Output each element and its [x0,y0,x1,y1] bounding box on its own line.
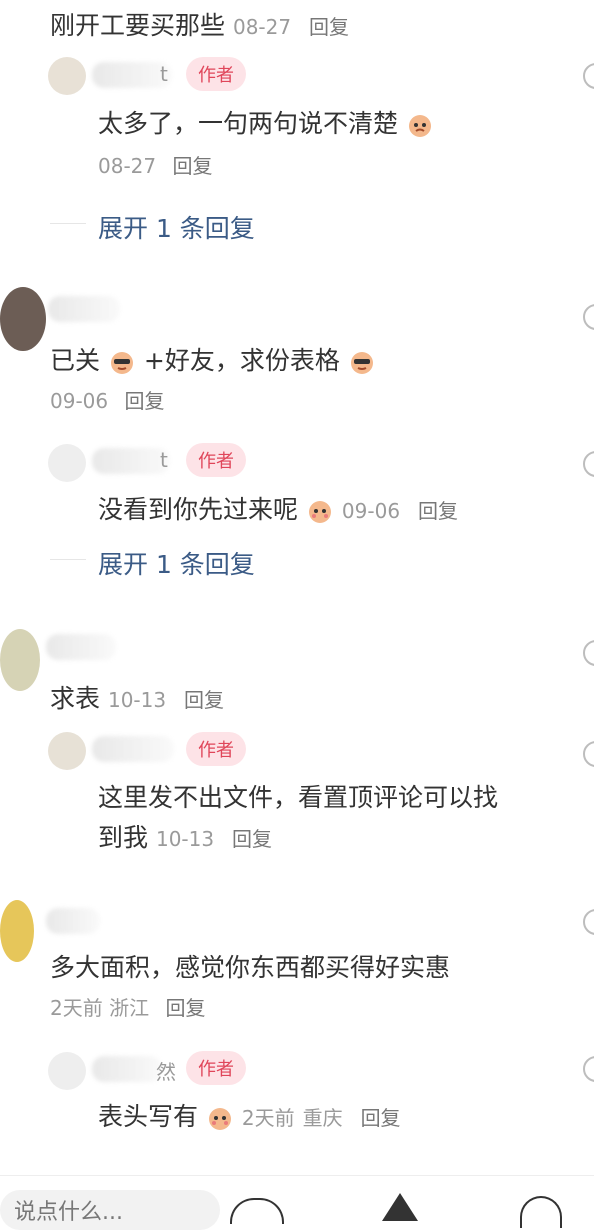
cool-emoji-icon [110,352,133,374]
username [46,908,100,934]
avatar [0,629,40,691]
author-badge: 作者 [186,443,246,477]
username [92,448,170,474]
comment-input[interactable]: 说点什么... [0,1190,220,1230]
expand-replies-link[interactable]: 展开 1 条回复 [98,209,255,245]
expand-replies-link[interactable]: 展开 1 条回复 [98,545,255,581]
avatar [0,287,46,351]
reply-text: 表头写有 2天前 重庆 回复 [98,1102,401,1131]
comment-text: 求表 10-13 回复 [50,684,225,713]
reply-text: 太多了，一句两句说不清楚 [98,104,434,140]
username-tail: t [160,62,168,86]
avatar [48,732,86,770]
username-tail: t [160,448,168,472]
username [46,634,116,660]
comment-text: 已关 +好友，求份表格 [50,341,376,377]
author-badge: 作者 [186,57,246,91]
reply-text: 没看到你先过来呢 09-06 回复 [98,495,458,524]
reply-button[interactable]: 回复 [361,1106,401,1130]
avatar [48,1052,86,1090]
shy-emoji-icon [308,501,331,523]
shy-emoji-icon [208,1108,231,1130]
like-icon[interactable] [583,741,594,767]
like-icon[interactable] [583,304,594,330]
like-icon[interactable] [583,1056,594,1082]
like-icon[interactable] [583,640,594,666]
reply-text: 这里发不出文件，看置顶评论可以找 [98,783,499,812]
comment-text: 刚开工要买那些 08-27 回复 [50,11,350,40]
reply-button[interactable]: 回复 [184,688,224,712]
reply-button[interactable]: 回复 [418,499,458,523]
comment-meta: 2天前 浙江 回复 [50,996,206,1020]
reply-button[interactable]: 回复 [232,827,272,851]
username [92,736,174,762]
username [92,1056,162,1082]
divider [50,223,86,224]
reply-button[interactable]: 回复 [172,154,212,178]
author-badge: 作者 [186,732,246,766]
like-icon[interactable] [583,909,594,935]
avatar [48,444,86,482]
comment-meta: 09-06 回复 [50,389,165,413]
avatar [48,57,86,95]
username-tail: 然 [156,1060,176,1084]
divider [50,559,86,560]
like-icon[interactable] [583,63,594,89]
reply-button[interactable]: 回复 [309,15,349,39]
comment-text: 多大面积，感觉你东西都买得好实惠 [50,953,451,982]
author-badge: 作者 [186,1051,246,1085]
reply-meta: 08-27 回复 [98,154,213,178]
reply-button[interactable]: 回复 [165,996,205,1020]
crying-emoji-icon [408,115,431,137]
comment-input-placeholder: 说点什么... [14,1200,123,1225]
username [48,296,120,322]
reply-text: 到我 10-13 回复 [98,823,273,852]
cool-emoji-icon [350,352,373,374]
reply-button[interactable]: 回复 [124,389,164,413]
avatar [0,900,34,962]
like-icon[interactable] [583,451,594,477]
